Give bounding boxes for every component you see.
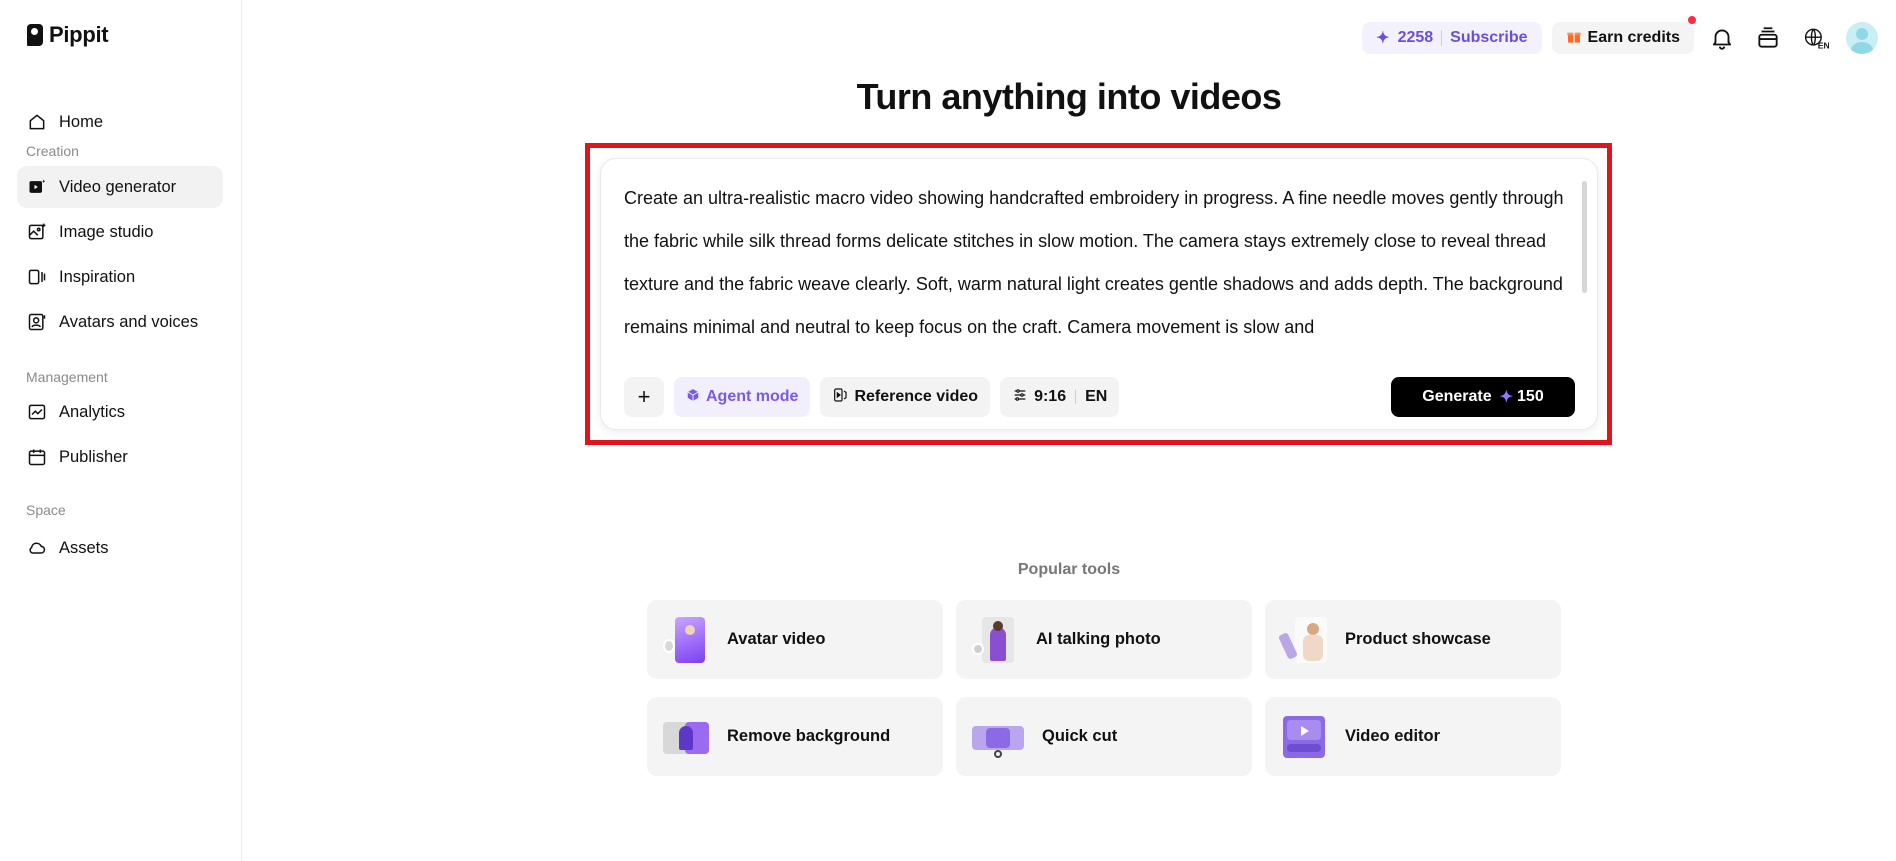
app-root: Pippit Home Creation Video generator Ima… (0, 0, 1896, 861)
divider (1441, 30, 1443, 46)
agent-mode-button[interactable]: Agent mode (674, 377, 811, 417)
sidebar-item-inspiration[interactable]: Inspiration (17, 256, 223, 298)
add-button[interactable]: + (624, 377, 664, 417)
brand-name: Pippit (49, 22, 109, 47)
avatar-voice-icon (27, 312, 47, 332)
sidebar-item-label: Avatars and voices (59, 312, 199, 331)
sidebar-item-video-generator[interactable]: Video generator (17, 166, 223, 208)
sidebar-item-label: Image studio (59, 222, 154, 241)
prompt-input[interactable]: Create an ultra-realistic macro video sh… (624, 177, 1564, 349)
tool-label: Product showcase (1345, 630, 1491, 648)
sidebar-item-avatars-and-voices[interactable]: Avatars and voices (17, 301, 223, 343)
tool-product-showcase[interactable]: Product showcase (1265, 600, 1561, 679)
scrollbar[interactable] (1582, 181, 1587, 293)
prompt-card: Create an ultra-realistic macro video sh… (600, 158, 1598, 430)
tool-remove-background[interactable]: Remove background (647, 697, 943, 776)
divider (1075, 390, 1077, 404)
settings-button[interactable]: 9:16 EN (1000, 377, 1120, 417)
section-label-management: Management (26, 369, 108, 385)
header-actions: ✦ 2258 Subscribe Earn credits EN (1362, 16, 1878, 56)
tool-label: AI talking photo (1036, 630, 1161, 648)
logo[interactable]: Pippit (27, 22, 109, 48)
sidebar-item-image-studio[interactable]: Image studio (17, 211, 223, 253)
stack-icon[interactable] (1750, 20, 1786, 56)
sidebar-item-label: Analytics (59, 402, 126, 421)
credits-pill[interactable]: ✦ 2258 Subscribe (1362, 22, 1542, 54)
sidebar-item-label: Publisher (59, 447, 128, 466)
video-generator-icon (27, 177, 47, 197)
generate-cost: 150 (1517, 388, 1544, 405)
sidebar: Pippit Home Creation Video generator Ima… (0, 0, 242, 861)
image-studio-icon (27, 222, 47, 242)
bell-icon[interactable] (1704, 20, 1740, 56)
page-title: Turn anything into videos (856, 76, 1282, 117)
sidebar-item-label: Assets (59, 538, 109, 557)
cube-icon (686, 388, 700, 407)
tool-quick-cut[interactable]: Quick cut (956, 697, 1252, 776)
home-icon (27, 112, 47, 132)
sidebar-item-publisher[interactable]: Publisher (17, 436, 223, 478)
analytics-icon (27, 402, 47, 422)
calendar-icon (27, 447, 47, 467)
section-label-space: Space (26, 502, 66, 518)
tools-grid: Avatar video AI talking photo Product sh… (647, 600, 1561, 776)
sparkle-icon: ✦ (1376, 30, 1390, 47)
reference-video-icon (832, 387, 848, 408)
tool-label: Avatar video (727, 630, 826, 648)
sliders-icon (1012, 387, 1028, 408)
credits-count: 2258 (1397, 29, 1434, 46)
sparkle-icon: ✦ (1499, 389, 1514, 406)
tool-ai-talking-photo[interactable]: AI talking photo (956, 600, 1252, 679)
sidebar-item-label: Inspiration (59, 267, 136, 286)
tool-video-editor[interactable]: Video editor (1265, 697, 1561, 776)
pippit-logo-icon (27, 24, 43, 46)
language-code: EN (1818, 40, 1829, 50)
reference-video-button[interactable]: Reference video (820, 377, 991, 417)
notification-dot (1688, 16, 1696, 24)
section-label-creation: Creation (26, 143, 79, 159)
tool-label: Quick cut (1042, 727, 1118, 745)
tool-avatar-video[interactable]: Avatar video (647, 600, 943, 679)
prompt-toolbar: + Agent mode Reference video 9:16 EN (624, 377, 1120, 417)
generate-label: Generate (1422, 388, 1492, 405)
language-globe-icon[interactable]: EN (1796, 20, 1836, 56)
quick-cut-thumbnail-icon (972, 714, 1024, 760)
product-showcase-thumbnail-icon (1277, 616, 1327, 663)
tool-label: Video editor (1345, 727, 1441, 745)
sidebar-item-analytics[interactable]: Analytics (17, 391, 223, 433)
talking-photo-thumbnail-icon (972, 616, 1018, 663)
gift-icon (1566, 28, 1582, 49)
video-editor-thumbnail-icon (1281, 714, 1327, 760)
sidebar-item-home[interactable]: Home (17, 101, 223, 143)
cloud-icon (27, 538, 47, 558)
avatar-video-thumbnail-icon (663, 616, 709, 663)
sidebar-item-assets[interactable]: Assets (17, 527, 223, 569)
earn-credits-label: Earn credits (1587, 29, 1680, 46)
sidebar-item-label: Home (59, 112, 104, 131)
remove-background-thumbnail-icon (663, 714, 709, 760)
earn-credits-button[interactable]: Earn credits (1551, 16, 1696, 54)
tool-label: Remove background (727, 727, 891, 745)
subscribe-link[interactable]: Subscribe (1450, 29, 1527, 47)
generate-button[interactable]: Generate ✦ 150 (1391, 377, 1575, 417)
inspiration-icon (27, 267, 47, 287)
aspect-ratio-value: 9:16 (1034, 388, 1067, 405)
sidebar-item-label: Video generator (59, 177, 177, 196)
popular-tools-label: Popular tools (1017, 561, 1121, 578)
agent-mode-label: Agent mode (706, 388, 799, 405)
avatar[interactable] (1846, 22, 1878, 54)
reference-video-label: Reference video (854, 388, 979, 405)
language-value: EN (1085, 388, 1108, 405)
